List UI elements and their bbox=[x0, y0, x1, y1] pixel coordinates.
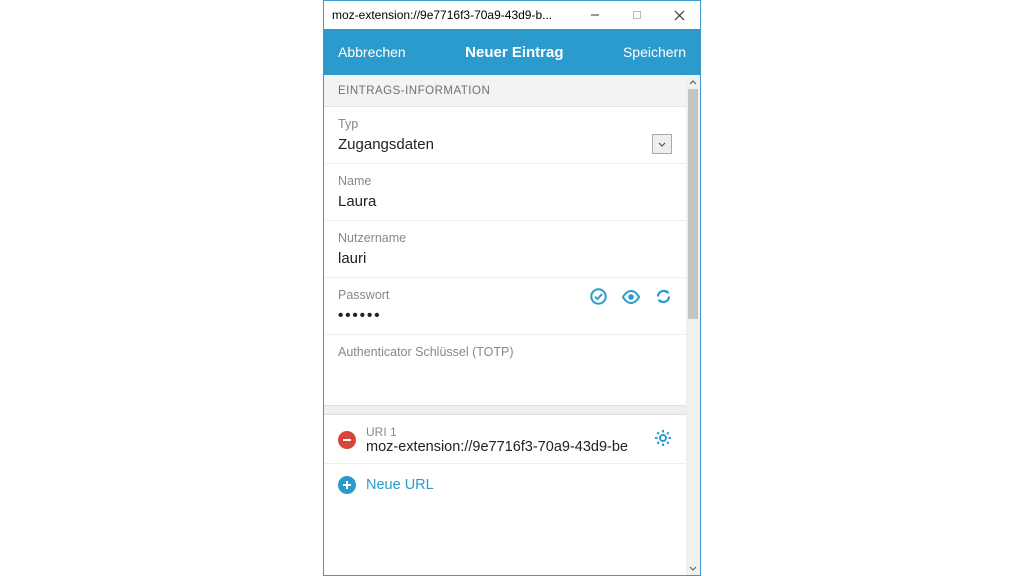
app-window: moz-extension://9e7716f3-70a9-43d9-b... … bbox=[323, 0, 701, 576]
name-label: Name bbox=[338, 174, 672, 188]
header-title: Neuer Eintrag bbox=[420, 44, 609, 61]
uri-label: URI 1 bbox=[366, 425, 644, 439]
add-url-label: Neue URL bbox=[366, 477, 434, 493]
save-button[interactable]: Speichern bbox=[609, 44, 700, 60]
name-input[interactable] bbox=[338, 191, 672, 214]
eye-icon[interactable] bbox=[621, 288, 641, 305]
plus-icon bbox=[338, 476, 356, 494]
uri-body[interactable]: URI 1 moz-extension://9e7716f3-70a9-43d9… bbox=[366, 425, 644, 455]
totp-label: Authenticator Schlüssel (TOTP) bbox=[338, 345, 672, 359]
section-header-info: EINTRAGS-INFORMATION bbox=[324, 75, 686, 107]
scrollbar[interactable] bbox=[686, 75, 700, 575]
window-title: moz-extension://9e7716f3-70a9-43d9-b... bbox=[332, 8, 574, 22]
field-type: Typ Zugangsdaten bbox=[324, 107, 686, 164]
type-label: Typ bbox=[338, 117, 672, 131]
chevron-down-icon[interactable] bbox=[652, 134, 672, 154]
totp-input[interactable] bbox=[338, 362, 672, 385]
scroll-thumb[interactable] bbox=[688, 89, 698, 319]
field-password: Passwort •••••• bbox=[324, 278, 686, 335]
check-icon[interactable] bbox=[590, 288, 607, 305]
section-divider bbox=[324, 405, 686, 415]
content-wrap: EINTRAGS-INFORMATION Typ Zugangsdaten Na… bbox=[324, 75, 700, 575]
type-select[interactable]: Zugangsdaten bbox=[338, 134, 672, 157]
field-name: Name bbox=[324, 164, 686, 221]
window-controls bbox=[574, 1, 700, 29]
maximize-button[interactable] bbox=[616, 1, 658, 29]
close-button[interactable] bbox=[658, 1, 700, 29]
username-input[interactable] bbox=[338, 248, 672, 271]
field-uri: URI 1 moz-extension://9e7716f3-70a9-43d9… bbox=[324, 415, 686, 463]
scroll-down-icon[interactable] bbox=[686, 561, 700, 575]
scroll-track[interactable] bbox=[686, 89, 700, 561]
remove-icon[interactable] bbox=[338, 431, 356, 449]
cancel-button[interactable]: Abbrechen bbox=[324, 44, 420, 60]
gear-icon[interactable] bbox=[654, 429, 672, 452]
uri-value: moz-extension://9e7716f3-70a9-43d9-be bbox=[366, 439, 644, 455]
scroll-up-icon[interactable] bbox=[686, 75, 700, 89]
refresh-icon[interactable] bbox=[655, 288, 672, 305]
app-header: Abbrechen Neuer Eintrag Speichern bbox=[324, 29, 700, 75]
type-value: Zugangsdaten bbox=[338, 134, 672, 157]
username-label: Nutzername bbox=[338, 231, 672, 245]
password-actions bbox=[590, 288, 672, 305]
add-url-button[interactable]: Neue URL bbox=[324, 463, 686, 506]
password-value[interactable]: •••••• bbox=[338, 305, 672, 328]
field-totp: Authenticator Schlüssel (TOTP) bbox=[324, 335, 686, 405]
form-content: EINTRAGS-INFORMATION Typ Zugangsdaten Na… bbox=[324, 75, 700, 575]
field-username: Nutzername bbox=[324, 221, 686, 278]
minimize-button[interactable] bbox=[574, 1, 616, 29]
title-bar: moz-extension://9e7716f3-70a9-43d9-b... bbox=[324, 1, 700, 29]
